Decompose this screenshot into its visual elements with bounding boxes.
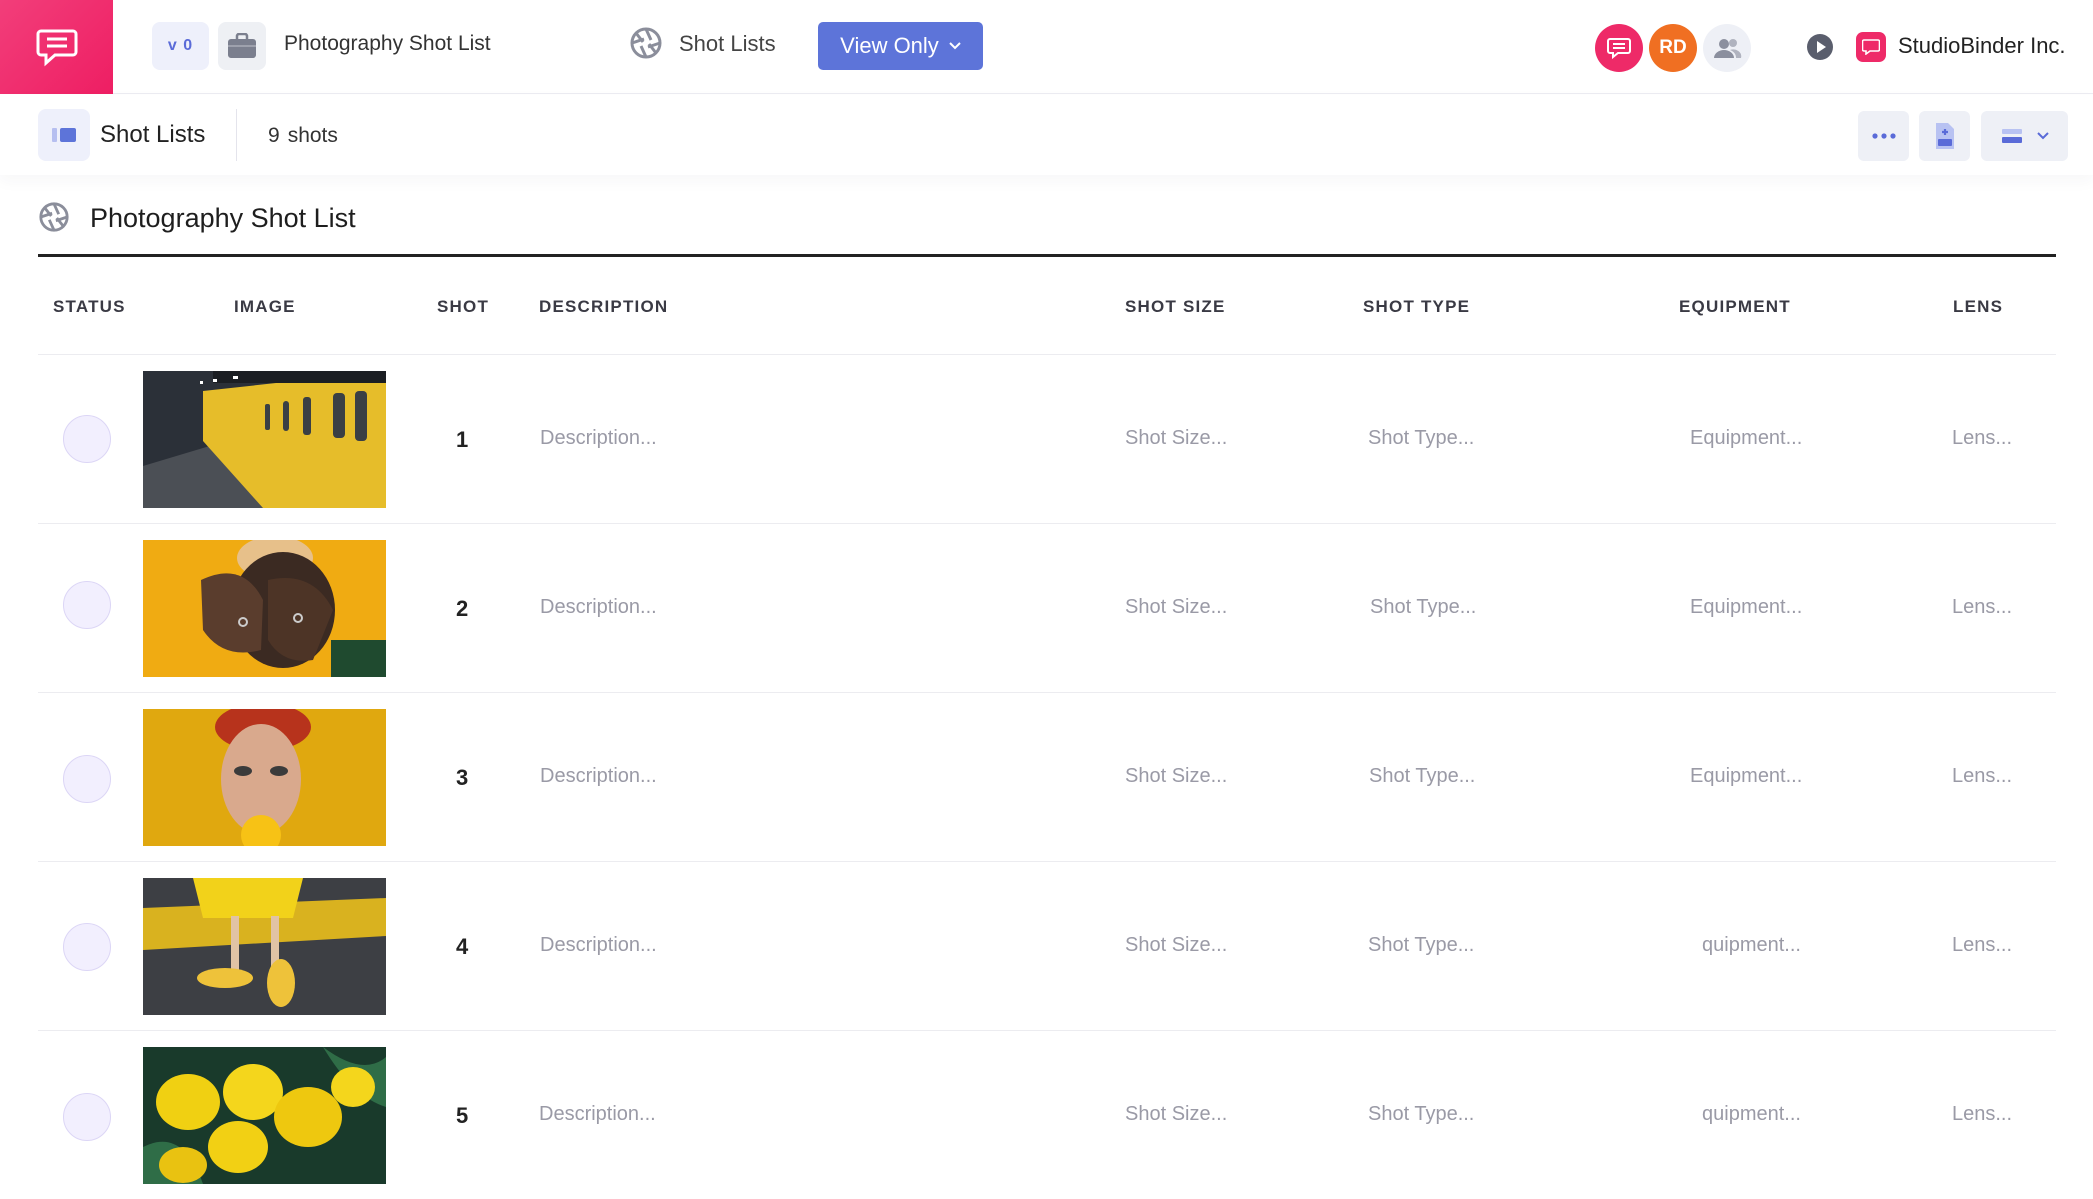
top-bar: v 0 Photography Shot List Shot Lists Vie… — [0, 0, 2093, 94]
avatar-chat[interactable] — [1595, 24, 1643, 72]
equipment-field[interactable]: Equipment... — [1690, 427, 1802, 450]
description-field[interactable]: Description... — [540, 596, 657, 619]
view-mode-label: View Only — [840, 33, 939, 58]
status-toggle[interactable] — [63, 1093, 111, 1141]
shot-type-field[interactable]: Shot Type... — [1368, 427, 1474, 450]
shot-type-field[interactable]: Shot Type... — [1369, 765, 1475, 788]
equipment-field[interactable]: quipment... — [1702, 1103, 1801, 1126]
company-logo — [1856, 32, 1886, 62]
lens-field[interactable]: Lens... — [1952, 427, 2012, 450]
column-header-lens[interactable]: LENS — [1953, 297, 2003, 317]
pdf-icon — [1935, 123, 1954, 149]
column-header-description[interactable]: DESCRIPTION — [539, 297, 668, 317]
view-mode-dropdown[interactable]: View Only — [818, 22, 983, 70]
chevron-down-icon — [949, 42, 961, 50]
version-badge[interactable]: v 0 — [152, 22, 209, 70]
shot-type-field[interactable]: Shot Type... — [1368, 934, 1474, 957]
shot-image-yellow-sneakers[interactable] — [143, 878, 386, 1015]
project-button[interactable] — [218, 22, 266, 70]
column-header-shot-type[interactable]: SHOT TYPE — [1363, 297, 1470, 317]
layout-dropdown[interactable] — [1981, 111, 2068, 161]
briefcase-icon — [228, 33, 256, 58]
shot-count: 9 shots — [268, 124, 338, 148]
shot-image-subway-train[interactable] — [143, 371, 386, 508]
company-chat-icon — [1862, 39, 1880, 55]
description-field[interactable]: Description... — [540, 765, 657, 788]
aperture-icon — [630, 27, 662, 59]
table-row[interactable]: 1 Description... Shot Size... Shot Type.… — [38, 354, 2056, 523]
avatar-user[interactable]: RD — [1649, 24, 1697, 72]
people-icon — [1714, 39, 1742, 58]
divider — [236, 109, 237, 161]
description-field[interactable]: Description... — [540, 427, 657, 450]
shot-size-field[interactable]: Shot Size... — [1125, 934, 1227, 957]
company-name[interactable]: StudioBinder Inc. — [1898, 33, 2066, 59]
shot-number: 1 — [456, 427, 469, 452]
table-row[interactable]: 5 Description... Shot Size... Shot Type.… — [38, 1030, 2056, 1199]
chat-logo-icon — [36, 29, 77, 67]
status-toggle[interactable] — [63, 755, 111, 803]
app-logo[interactable] — [0, 0, 113, 94]
shot-size-field[interactable]: Shot Size... — [1125, 596, 1227, 619]
shot-number: 4 — [456, 934, 469, 959]
sidebar-panel-icon — [52, 128, 76, 142]
sidebar-toggle-button[interactable] — [38, 109, 90, 161]
project-name[interactable]: Photography Shot List — [284, 32, 491, 56]
column-header-shot-size[interactable]: SHOT SIZE — [1125, 297, 1226, 317]
lens-field[interactable]: Lens... — [1952, 596, 2012, 619]
column-header-image[interactable]: IMAGE — [234, 297, 296, 317]
description-field[interactable]: Description... — [539, 1103, 656, 1126]
avatar-people[interactable] — [1703, 24, 1751, 72]
column-header-shot[interactable]: SHOT — [437, 297, 489, 317]
equipment-field[interactable]: Equipment... — [1690, 765, 1802, 788]
aperture-icon — [39, 202, 69, 232]
status-toggle[interactable] — [63, 415, 111, 463]
lens-field[interactable]: Lens... — [1952, 1103, 2012, 1126]
shot-list-header: Photography Shot List — [38, 195, 2056, 257]
more-options-button[interactable] — [1858, 111, 1909, 161]
section-title: Shot Lists — [100, 121, 206, 148]
shot-size-field[interactable]: Shot Size... — [1125, 1103, 1227, 1126]
tool-name[interactable]: Shot Lists — [679, 31, 776, 57]
ellipsis-icon — [1871, 133, 1896, 139]
description-field[interactable]: Description... — [540, 934, 657, 957]
chat-bubble-icon — [1607, 38, 1631, 59]
shot-image-woman-lemon[interactable] — [143, 709, 386, 846]
status-toggle[interactable] — [63, 923, 111, 971]
shot-size-field[interactable]: Shot Size... — [1125, 427, 1227, 450]
table-row[interactable]: 4 Description... Shot Size... Shot Type.… — [38, 861, 2056, 1030]
shot-number: 3 — [456, 765, 469, 790]
shot-number: 2 — [456, 596, 469, 621]
status-toggle[interactable] — [63, 581, 111, 629]
shot-image-lemons[interactable] — [143, 1047, 386, 1184]
shot-type-field[interactable]: Shot Type... — [1368, 1103, 1474, 1126]
column-header-status[interactable]: STATUS — [53, 297, 126, 317]
shot-number: 5 — [456, 1103, 469, 1128]
sub-bar: Shot Lists 9 shots — [0, 95, 2093, 175]
shot-count-number: 9 — [268, 124, 280, 147]
column-header-equipment[interactable]: EQUIPMENT — [1679, 297, 1791, 317]
lens-field[interactable]: Lens... — [1952, 934, 2012, 957]
table-row[interactable]: 3 Description... Shot Size... Shot Type.… — [38, 692, 2056, 861]
export-pdf-button[interactable] — [1919, 111, 1970, 161]
lens-field[interactable]: Lens... — [1952, 765, 2012, 788]
row-layout-icon — [2001, 129, 2022, 143]
shot-size-field[interactable]: Shot Size... — [1125, 765, 1227, 788]
shot-list-title[interactable]: Photography Shot List — [90, 203, 356, 234]
shot-count-unit: shots — [287, 124, 338, 147]
equipment-field[interactable]: Equipment... — [1690, 596, 1802, 619]
shot-type-field[interactable]: Shot Type... — [1370, 596, 1476, 619]
equipment-field[interactable]: quipment... — [1702, 934, 1801, 957]
table-row[interactable]: 2 Description... Shot Size... Shot Type.… — [38, 523, 2056, 692]
chevron-down-icon — [2036, 132, 2049, 140]
shot-image-hands-over-face[interactable] — [143, 540, 386, 677]
play-icon[interactable] — [1806, 33, 1834, 61]
